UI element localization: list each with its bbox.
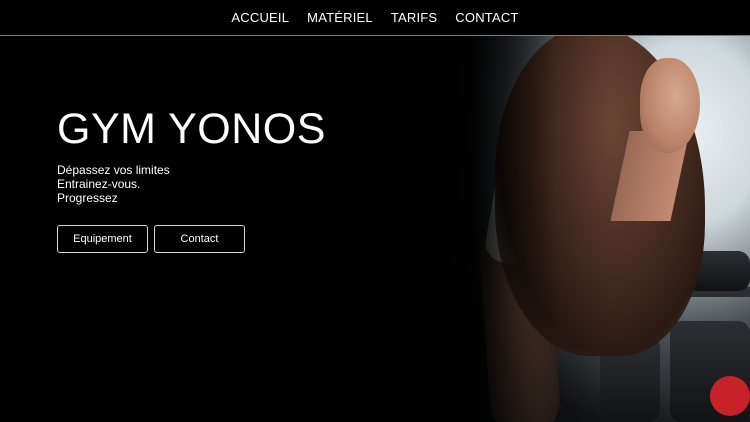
hero-buttons: Equipement Contact bbox=[57, 225, 326, 253]
tagline-line-3: Progressez bbox=[57, 191, 118, 205]
nav-link-materiel[interactable]: MATÉRIEL bbox=[307, 10, 373, 25]
hero-athlete-photo bbox=[440, 36, 750, 422]
hero-section: GYM YONOS Dépassez vos limites Entrainez… bbox=[57, 108, 326, 253]
equipement-button[interactable]: Equipement bbox=[57, 225, 148, 253]
top-navigation: ACCUEIL MATÉRIEL TARIFS CONTACT bbox=[0, 0, 750, 36]
contact-button[interactable]: Contact bbox=[154, 225, 245, 253]
tagline-line-2: Entrainez-vous. bbox=[57, 177, 141, 191]
tagline-line-1: Dépassez vos limites bbox=[57, 163, 170, 177]
page-title: GYM YONOS bbox=[57, 105, 326, 153]
hero-tagline: Dépassez vos limites Entrainez-vous. Pro… bbox=[57, 163, 326, 205]
nav-link-contact[interactable]: CONTACT bbox=[455, 10, 518, 25]
photo-fade-overlay bbox=[440, 36, 750, 422]
nav-link-accueil[interactable]: ACCUEIL bbox=[231, 10, 289, 25]
nav-link-tarifs[interactable]: TARIFS bbox=[391, 10, 437, 25]
